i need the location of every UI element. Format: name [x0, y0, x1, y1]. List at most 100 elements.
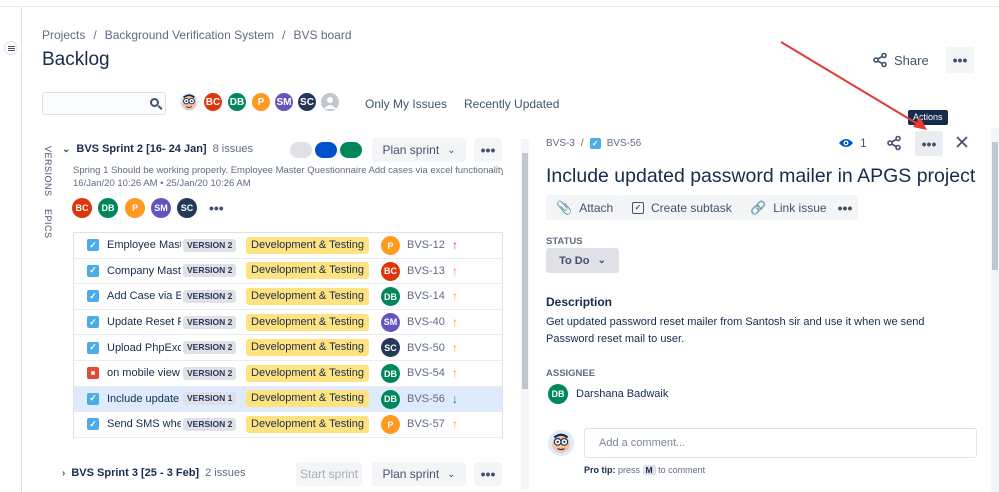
- issue-key[interactable]: BVS-56: [407, 393, 445, 405]
- issue-summary[interactable]: Include update: [107, 393, 181, 405]
- protip-key: M: [642, 465, 656, 475]
- version-badge: VERSION 2: [183, 264, 237, 278]
- detail-scrollbar[interactable]: [991, 128, 999, 492]
- more-actions-button[interactable]: •••: [946, 47, 974, 73]
- plan-sprint-label: Plan sprint: [382, 467, 440, 481]
- assignee-avatar: DB: [381, 389, 400, 409]
- issue-summary[interactable]: Employee Mast: [107, 239, 181, 251]
- priority-icon: ↑: [452, 289, 458, 304]
- avatar-db[interactable]: DB: [226, 91, 248, 113]
- attach-button[interactable]: 📎 Attach: [546, 195, 624, 220]
- issue-row[interactable]: ✓ Include update VERSION 1 Development & Te…: [74, 386, 502, 413]
- avatar-sc[interactable]: SC: [177, 198, 197, 218]
- more-actions-button-2[interactable]: •••: [832, 195, 858, 220]
- comment-input[interactable]: Add a comment...: [584, 428, 977, 458]
- breadcrumb-projects[interactable]: Projects: [42, 28, 85, 42]
- assignee-avatar: SC: [381, 338, 400, 358]
- close-panel-button[interactable]: [955, 135, 969, 152]
- plan-sprint-button[interactable]: Plan sprint ⌄: [372, 138, 466, 162]
- start-sprint-button[interactable]: Start sprint: [296, 462, 362, 486]
- assignee-avatar: BC: [381, 261, 400, 281]
- sprint-2-header[interactable]: ⌄ BVS Sprint 2 [16- 24 Jan] 8 issues: [62, 143, 253, 155]
- priority-icon: ↓: [452, 391, 458, 406]
- issue-breadcrumb: BVS-3 / ✓ BVS-56: [546, 138, 642, 149]
- issue-title[interactable]: Include updated password mailer in APGS …: [546, 165, 975, 188]
- assignee-field[interactable]: DB Darshana Badwaik: [548, 384, 668, 404]
- avatar-bc[interactable]: BC: [202, 91, 224, 113]
- issue-summary[interactable]: Add Case via Ex: [107, 290, 181, 302]
- issue-summary[interactable]: Company Mast: [107, 265, 181, 277]
- backlog-scrollbar[interactable]: [521, 139, 529, 490]
- issue-key[interactable]: BVS-14: [407, 290, 445, 302]
- issue-summary[interactable]: Send SMS wher: [107, 418, 181, 430]
- priority-icon: ↑: [452, 366, 458, 381]
- chevron-down-icon: ⌄: [447, 468, 456, 480]
- sprint-3-more-button[interactable]: •••: [474, 462, 502, 486]
- issue-row[interactable]: ✓ Add Case via Ex VERSION 2 Development & T…: [74, 284, 502, 310]
- avatar-sm[interactable]: SM: [151, 198, 171, 218]
- status-pill-done: [340, 142, 362, 158]
- sprint-3-header[interactable]: › BVS Sprint 3 [25 - 3 Feb] 2 issues: [62, 467, 245, 479]
- breadcrumb-board[interactable]: BVS board: [293, 28, 351, 42]
- issue-row[interactable]: ✓ Company Mast VERSION 2 Development & Test…: [74, 259, 502, 285]
- avatar-bc[interactable]: BC: [72, 198, 92, 218]
- plan-sprint-3-button[interactable]: Plan sprint ⌄: [372, 462, 466, 486]
- chevron-right-icon[interactable]: ›: [62, 468, 65, 479]
- tab-versions[interactable]: VERSIONS: [43, 146, 53, 197]
- issue-summary[interactable]: Update Reset P: [107, 316, 181, 328]
- assignee-avatar: DB: [381, 287, 400, 307]
- avatar-p[interactable]: P: [125, 198, 145, 218]
- status-label: STATUS: [546, 236, 583, 247]
- description-text[interactable]: Get updated password reset mailer from S…: [546, 314, 966, 348]
- issue-key[interactable]: BVS-54: [407, 367, 445, 379]
- left-sidebar: [0, 7, 22, 492]
- issue-row[interactable]: ✓ Send SMS wher VERSION 2 Development & Tes…: [74, 412, 502, 438]
- issue-key-link[interactable]: BVS-56: [607, 138, 641, 149]
- filter-only-my-issues[interactable]: Only My Issues: [365, 97, 447, 111]
- filter-recently-updated[interactable]: Recently Updated: [464, 97, 559, 111]
- scrollbar-thumb[interactable]: [992, 142, 998, 270]
- status-dropdown[interactable]: To Do ⌄: [546, 248, 619, 273]
- more-assignees-icon[interactable]: •••: [209, 201, 224, 215]
- epic-badge: Development & Testing: [246, 364, 369, 382]
- search-input[interactable]: [42, 92, 166, 115]
- chevron-down-icon[interactable]: ⌄: [62, 144, 70, 155]
- sprint-2-more-button[interactable]: •••: [474, 138, 502, 162]
- issue-row[interactable]: ✓ Upload PhpExc VERSION 2 Development & Tes…: [74, 335, 502, 361]
- issue-key[interactable]: BVS-50: [407, 342, 445, 354]
- issue-row[interactable]: ✓ Employee Mast VERSION 2 Development & Tes…: [74, 233, 502, 259]
- tab-epics[interactable]: EPICS: [43, 209, 53, 239]
- issue-key[interactable]: BVS-12: [407, 239, 445, 251]
- more-icon: •••: [480, 142, 496, 158]
- menu-icon[interactable]: [4, 41, 18, 55]
- issue-key[interactable]: BVS-57: [407, 418, 445, 430]
- sprint-assignees: BC DB P SM SC •••: [72, 198, 232, 218]
- parent-issue-link[interactable]: BVS-3: [546, 138, 575, 149]
- epic-badge: Development & Testing: [246, 339, 369, 357]
- avatar-db[interactable]: DB: [98, 198, 118, 218]
- avatar-current-user[interactable]: [178, 91, 200, 113]
- issue-key[interactable]: BVS-40: [407, 316, 445, 328]
- cartoon-avatar-icon: [181, 94, 197, 111]
- watch-button[interactable]: 1: [838, 136, 867, 150]
- avatar-sc[interactable]: SC: [296, 91, 318, 113]
- chevron-down-icon: ⌄: [597, 255, 606, 266]
- version-badge: VERSION 2: [183, 366, 237, 380]
- issue-row[interactable]: ✓ Update Reset P VERSION 2 Development & Te…: [74, 310, 502, 336]
- story-icon: ✓: [87, 418, 99, 431]
- link-issue-button[interactable]: 🔗 Link issue: [740, 195, 837, 220]
- avatar-unassigned[interactable]: [319, 91, 341, 113]
- create-subtask-button[interactable]: ✓ Create subtask: [622, 195, 742, 220]
- issue-summary[interactable]: on mobile view: [107, 367, 181, 379]
- issue-row[interactable]: on mobile view VERSION 2 Development & Tes…: [74, 361, 502, 387]
- avatar-p[interactable]: P: [250, 91, 272, 113]
- issue-key[interactable]: BVS-13: [407, 265, 445, 277]
- assignee-name: Darshana Badwaik: [576, 388, 669, 400]
- assignee-label: ASSIGNEE: [546, 368, 596, 379]
- breadcrumb-project[interactable]: Background Verification System: [105, 28, 274, 42]
- scrollbar-thumb[interactable]: [522, 153, 528, 389]
- issue-summary[interactable]: Upload PhpExc: [107, 342, 181, 354]
- avatar-sm[interactable]: SM: [273, 91, 295, 113]
- story-icon: ✓: [87, 392, 99, 405]
- version-badge: VERSION 2: [183, 417, 237, 431]
